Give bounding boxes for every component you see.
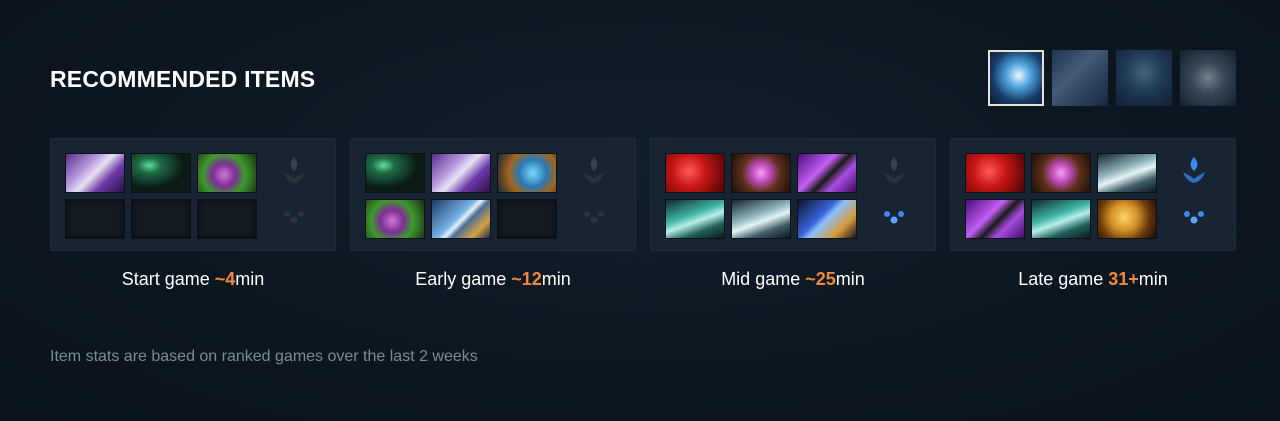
empty-slot	[497, 199, 557, 239]
helm-item[interactable]	[731, 199, 791, 239]
stage-time: ~25	[805, 269, 836, 289]
blue-spear-item[interactable]	[797, 199, 857, 239]
stage-time: ~4	[214, 269, 236, 289]
tier-emblem-icon	[579, 155, 609, 185]
iron-branch-item[interactable]	[131, 153, 191, 193]
stage-time: ~12	[511, 269, 542, 289]
clarity-item[interactable]	[65, 153, 125, 193]
stage-late-game: Late game 31+min	[950, 138, 1236, 289]
enchanted-mango-item[interactable]	[365, 199, 425, 239]
ability-3-button[interactable]	[1116, 50, 1172, 106]
item-panel	[50, 138, 336, 251]
stage-time: 31+	[1108, 269, 1139, 289]
orb-item[interactable]	[731, 153, 791, 193]
iron-branch-item[interactable]	[365, 153, 425, 193]
tier-dots-icon	[1179, 201, 1209, 231]
purple-dagger-item[interactable]	[965, 199, 1025, 239]
red-gem-item[interactable]	[665, 153, 725, 193]
stage-label: Late game 31+min	[1018, 269, 1168, 289]
empty-slot	[131, 199, 191, 239]
tier-emblem-icon	[279, 155, 309, 185]
empty-slot	[197, 199, 257, 239]
tier-dots-icon	[879, 201, 909, 231]
item-panel	[950, 138, 1236, 251]
footnote: Item stats are based on ranked games ove…	[50, 348, 478, 365]
boots-item[interactable]	[1031, 199, 1091, 239]
stage-start-game: Start game ~4min	[50, 138, 336, 289]
tier-dots-icon	[279, 201, 309, 231]
boots-item[interactable]	[665, 199, 725, 239]
ability-selector	[988, 50, 1236, 106]
helm-item[interactable]	[1097, 153, 1157, 193]
item-panel	[350, 138, 636, 251]
tier-emblem-icon	[879, 155, 909, 185]
ability-1-button[interactable]	[988, 50, 1044, 106]
section-title: RECOMMENDED ITEMS	[50, 66, 316, 92]
stage-label: Early game ~12min	[415, 269, 571, 289]
red-gem-item[interactable]	[965, 153, 1025, 193]
gold-helm-item[interactable]	[1097, 199, 1157, 239]
sword-item[interactable]	[431, 199, 491, 239]
tier-emblem-icon	[1179, 155, 1209, 185]
stage-mid-game: Mid game ~25min	[650, 138, 936, 289]
enchanted-mango-item[interactable]	[197, 153, 257, 193]
orb-item[interactable]	[1031, 153, 1091, 193]
stage-early-game: Early game ~12min	[350, 138, 636, 289]
clarity-item[interactable]	[431, 153, 491, 193]
ability-2-button[interactable]	[1052, 50, 1108, 106]
shield-item[interactable]	[497, 153, 557, 193]
ability-4-button[interactable]	[1180, 50, 1236, 106]
purple-dagger-item[interactable]	[797, 153, 857, 193]
empty-slot	[65, 199, 125, 239]
item-panel	[650, 138, 936, 251]
stage-label: Mid game ~25min	[721, 269, 865, 289]
tier-dots-icon	[579, 201, 609, 231]
stage-label: Start game ~4min	[121, 269, 265, 289]
